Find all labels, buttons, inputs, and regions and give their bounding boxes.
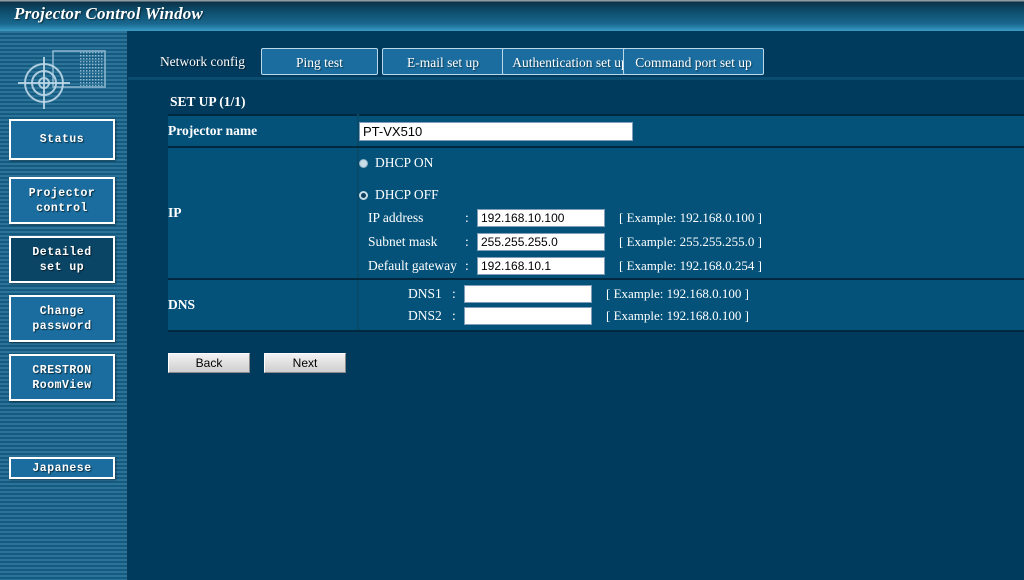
table-row-ip: IP DHCP ON DHCP OFF IP address: 192.168… — [168, 146, 1024, 280]
table-row-projector-name: Projector name — [168, 114, 1024, 148]
default-gateway-input[interactable] — [477, 257, 605, 275]
dns2-input[interactable] — [464, 307, 592, 325]
next-button[interactable]: Next — [264, 353, 346, 373]
tab-ping-test[interactable]: Ping test — [261, 48, 378, 75]
radio-dhcp-on-icon[interactable] — [359, 158, 368, 168]
sidebar-item-crestron-roomview[interactable]: CRESTRON RoomView — [9, 354, 115, 401]
tab-bar-underline — [128, 77, 1024, 80]
subnet-mask-input[interactable] — [477, 233, 605, 251]
tab-label: Network config — [159, 54, 246, 69]
sidebar: Status Projector control Detailed set up C… — [0, 31, 128, 580]
default-gateway-colon: : — [465, 258, 469, 273]
sidebar-item-label: Change password — [32, 304, 92, 333]
dns1-example: [ Example: 192.168.0.100 ] — [606, 286, 749, 301]
sidebar-item-projector-control[interactable]: Projector control — [9, 177, 115, 224]
projector-name-input[interactable] — [359, 121, 633, 141]
tab-authentication-set-up[interactable]: Authentication set up — [502, 48, 638, 75]
page-title: SET UP (1/1) — [170, 94, 246, 109]
dhcp-on-label: DHCP ON — [375, 155, 434, 170]
row-label-dns: DNS — [168, 278, 359, 332]
subnet-mask-colon: : — [465, 234, 469, 249]
dhcp-on-group: DHCP ON — [359, 148, 1024, 174]
tab-label: E-mail set up — [407, 55, 479, 70]
dns1-colon: : — [452, 286, 456, 301]
dhcp-off-group: DHCP OFF IP address : [ Example: 192.168… — [359, 174, 1024, 278]
ip-address-example: [ Example: 192.168.0.100 ] — [619, 210, 762, 225]
row-value-projector-name — [358, 114, 1024, 148]
tab-command-port-set-up[interactable]: Command port set up — [623, 48, 764, 75]
network-config-form: Projector name IP DHCP ON — [168, 114, 1024, 332]
table-row-dns: DNS DNS1 : [ Example: 192.168.0.100 ] DN… — [168, 278, 1024, 332]
tab-bar: Network config Ping test E-mail set up A… — [128, 48, 1024, 77]
tab-label: Authentication set up — [512, 55, 628, 70]
subnet-mask-example: [ Example: 255.255.255.0 ] — [619, 234, 762, 249]
ip-address-colon: : — [465, 210, 469, 225]
sidebar-item-status[interactable]: Status — [9, 119, 115, 160]
window-title: Projector Control Window — [14, 4, 204, 23]
dns2-example: [ Example: 192.168.0.100 ] — [606, 308, 749, 323]
row-label-projector-name: Projector name — [168, 114, 359, 148]
ip-address-input[interactable] — [477, 209, 605, 227]
sidebar-item-label: Projector control — [28, 186, 96, 215]
sidebar-item-change-password[interactable]: Change password — [9, 295, 115, 342]
main-content: Network config Ping test E-mail set up A… — [128, 31, 1024, 580]
sidebar-item-label: Detailed set up — [32, 245, 92, 274]
sidebar-item-detailed-set-up[interactable]: Detailed set up — [9, 236, 115, 283]
dhcp-off-label: DHCP OFF — [375, 187, 439, 202]
tab-label: Ping test — [296, 55, 343, 70]
projector-target-logo-icon — [18, 50, 106, 109]
default-gateway-label: Default gateway — [368, 258, 457, 273]
dhcp-on-option[interactable]: DHCP ON — [359, 152, 1024, 174]
dns1-input[interactable] — [464, 285, 592, 303]
sidebar-item-label: CRESTRON RoomView — [32, 363, 92, 392]
dhcp-off-option[interactable]: DHCP OFF — [359, 184, 1024, 206]
field-row-ip-address: IP address : [ Example: 192.168.0.100 ] — [368, 206, 1024, 230]
subnet-mask-label: Subnet mask — [368, 234, 438, 249]
field-row-dns1: DNS1 : [ Example: 192.168.0.100 ] — [408, 283, 1024, 305]
dns2-label: DNS2 — [408, 308, 442, 323]
row-value-dns: DNS1 : [ Example: 192.168.0.100 ] DNS2 :… — [358, 278, 1024, 332]
ip-address-label: IP address — [368, 210, 424, 225]
default-gateway-example: [ Example: 192.168.0.254 ] — [619, 258, 762, 273]
field-row-subnet-mask: Subnet mask : [ Example: 255.255.255.0 ] — [368, 230, 1024, 254]
row-value-ip: DHCP ON DHCP OFF IP address : [ Exampl — [358, 146, 1024, 280]
back-button[interactable]: Back — [168, 353, 250, 373]
field-row-default-gateway: Default gateway : [ Example: 192.168.0.2… — [368, 254, 1024, 278]
form-action-buttons: Back Next — [168, 353, 356, 373]
field-row-dns2: DNS2 : [ Example: 192.168.0.100 ] — [408, 305, 1024, 327]
sidebar-item-japanese[interactable]: Japanese — [9, 457, 115, 479]
tab-network-config[interactable]: Network config — [140, 48, 265, 75]
tab-label: Command port set up — [635, 55, 752, 70]
window-title-bar: Projector Control Window — [0, 0, 1024, 31]
dns2-colon: : — [452, 308, 456, 323]
sidebar-item-label: Japanese — [32, 461, 92, 475]
row-label-ip: IP — [168, 146, 359, 280]
radio-dhcp-off-icon[interactable] — [359, 190, 368, 200]
sidebar-item-label: Status — [39, 133, 85, 146]
dns1-label: DNS1 — [408, 286, 442, 301]
tab-email-set-up[interactable]: E-mail set up — [382, 48, 504, 75]
